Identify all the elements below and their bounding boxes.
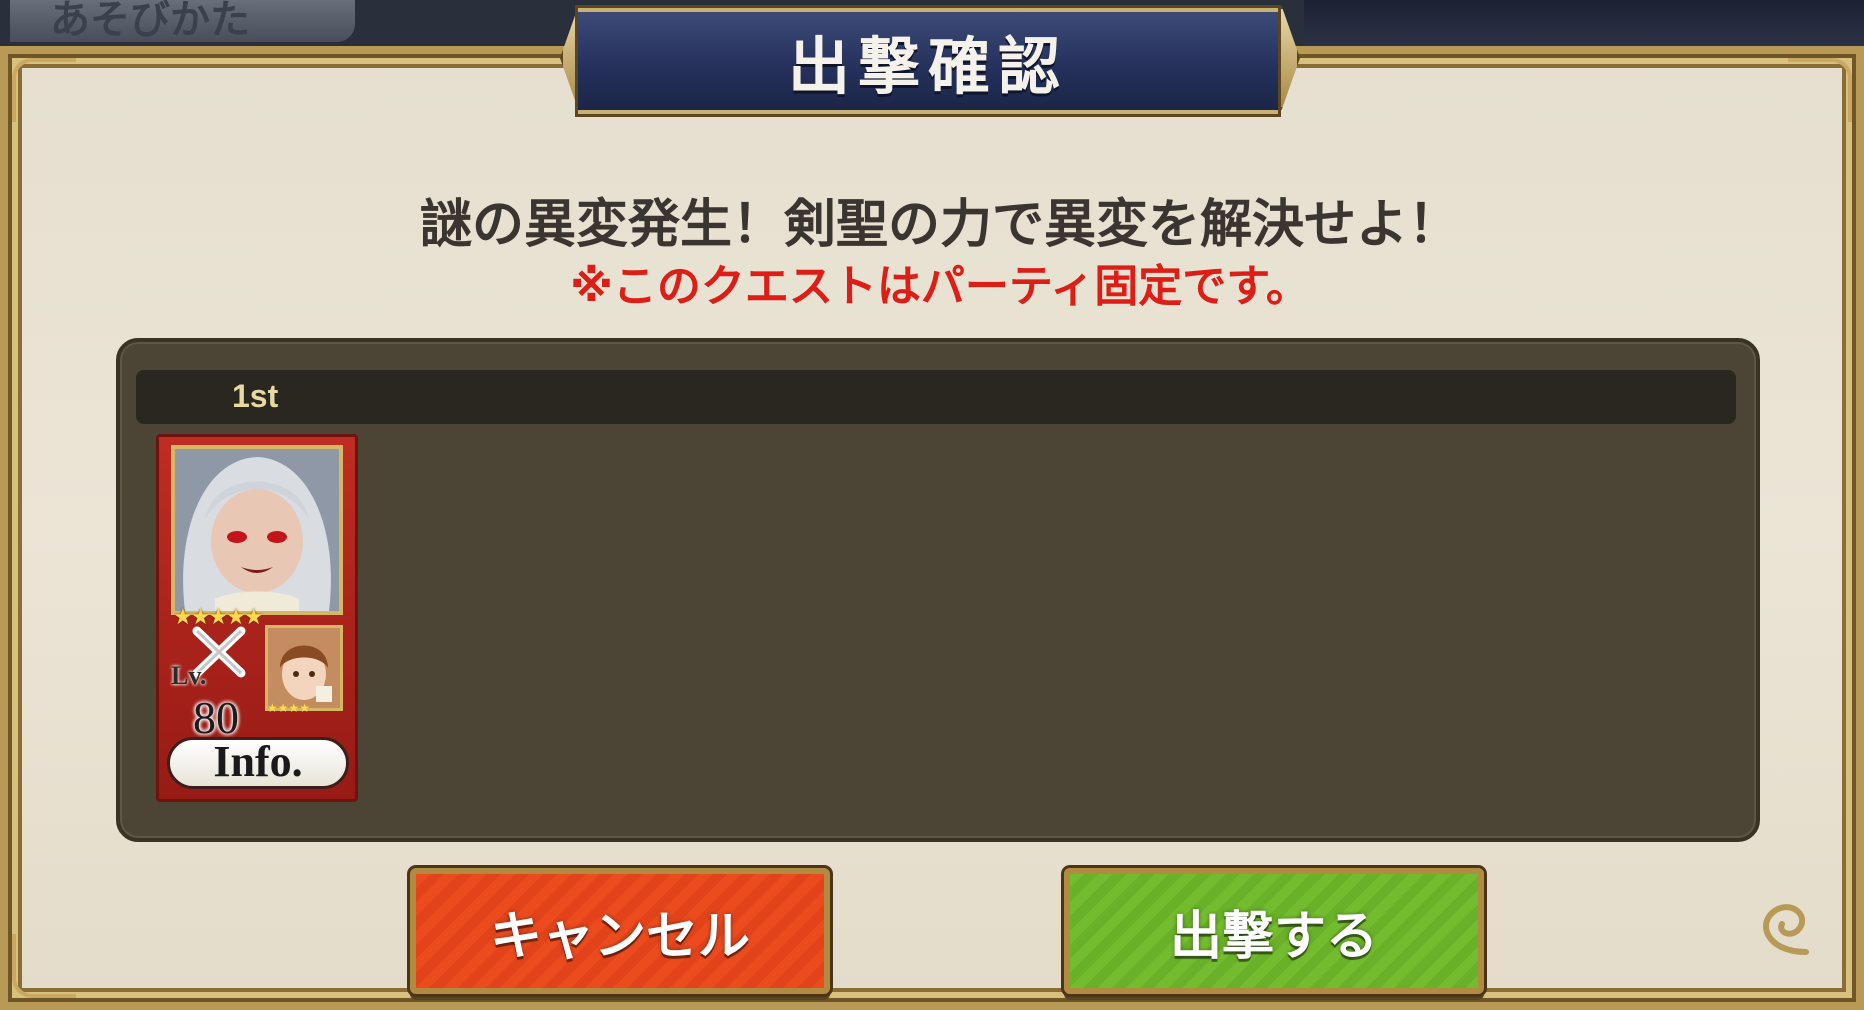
sortie-button[interactable]: 出撃する <box>1064 868 1484 994</box>
dialog-title: 出撃確認 <box>578 8 1278 114</box>
swirl-ornament-icon <box>1763 904 1809 955</box>
level-label: Lv. <box>171 661 207 690</box>
frame-corner-ornament <box>12 934 76 998</box>
sortie-button-label: 出撃する <box>1169 906 1378 967</box>
fixed-party-warning: ※このクエストはパーティ固定です。 <box>570 261 1310 312</box>
support-character-portrait <box>265 625 343 711</box>
party-header: 1st <box>136 370 1736 424</box>
frame-corner-ornament <box>1788 58 1852 122</box>
party-label: 1st <box>232 378 279 414</box>
sortie-confirm-dialog: 謎の異変発生！剣聖の力で異変を解決せよ！ ※このクエストはパーティ固定です。 1… <box>0 46 1864 1010</box>
how-to-play-tab: あそびかた <box>10 0 355 42</box>
cancel-button[interactable]: キャンセル <box>410 868 830 994</box>
info-button[interactable]: Info. <box>167 737 349 789</box>
party-panel: 1st ★★★★★ ★★★★ Lv. 80 Info. <box>116 338 1760 842</box>
character-portrait <box>171 445 343 615</box>
support-rarity-stars: ★★★★ <box>267 701 311 715</box>
dialog-title-text: 出撃確認 <box>787 30 1068 103</box>
cancel-button-label: キャンセル <box>489 906 750 967</box>
unit-card[interactable]: ★★★★★ ★★★★ Lv. 80 Info. <box>156 434 358 802</box>
dialog-message: 謎の異変発生！剣聖の力で異変を解決せよ！ <box>419 195 1460 255</box>
frame-corner-ornament <box>12 58 76 122</box>
background-header <box>1304 0 1864 48</box>
screen: あそびかた 謎の異変発生！剣聖の力で異変を解決せよ！ ※このクエストはパーティ固… <box>0 0 1864 1010</box>
